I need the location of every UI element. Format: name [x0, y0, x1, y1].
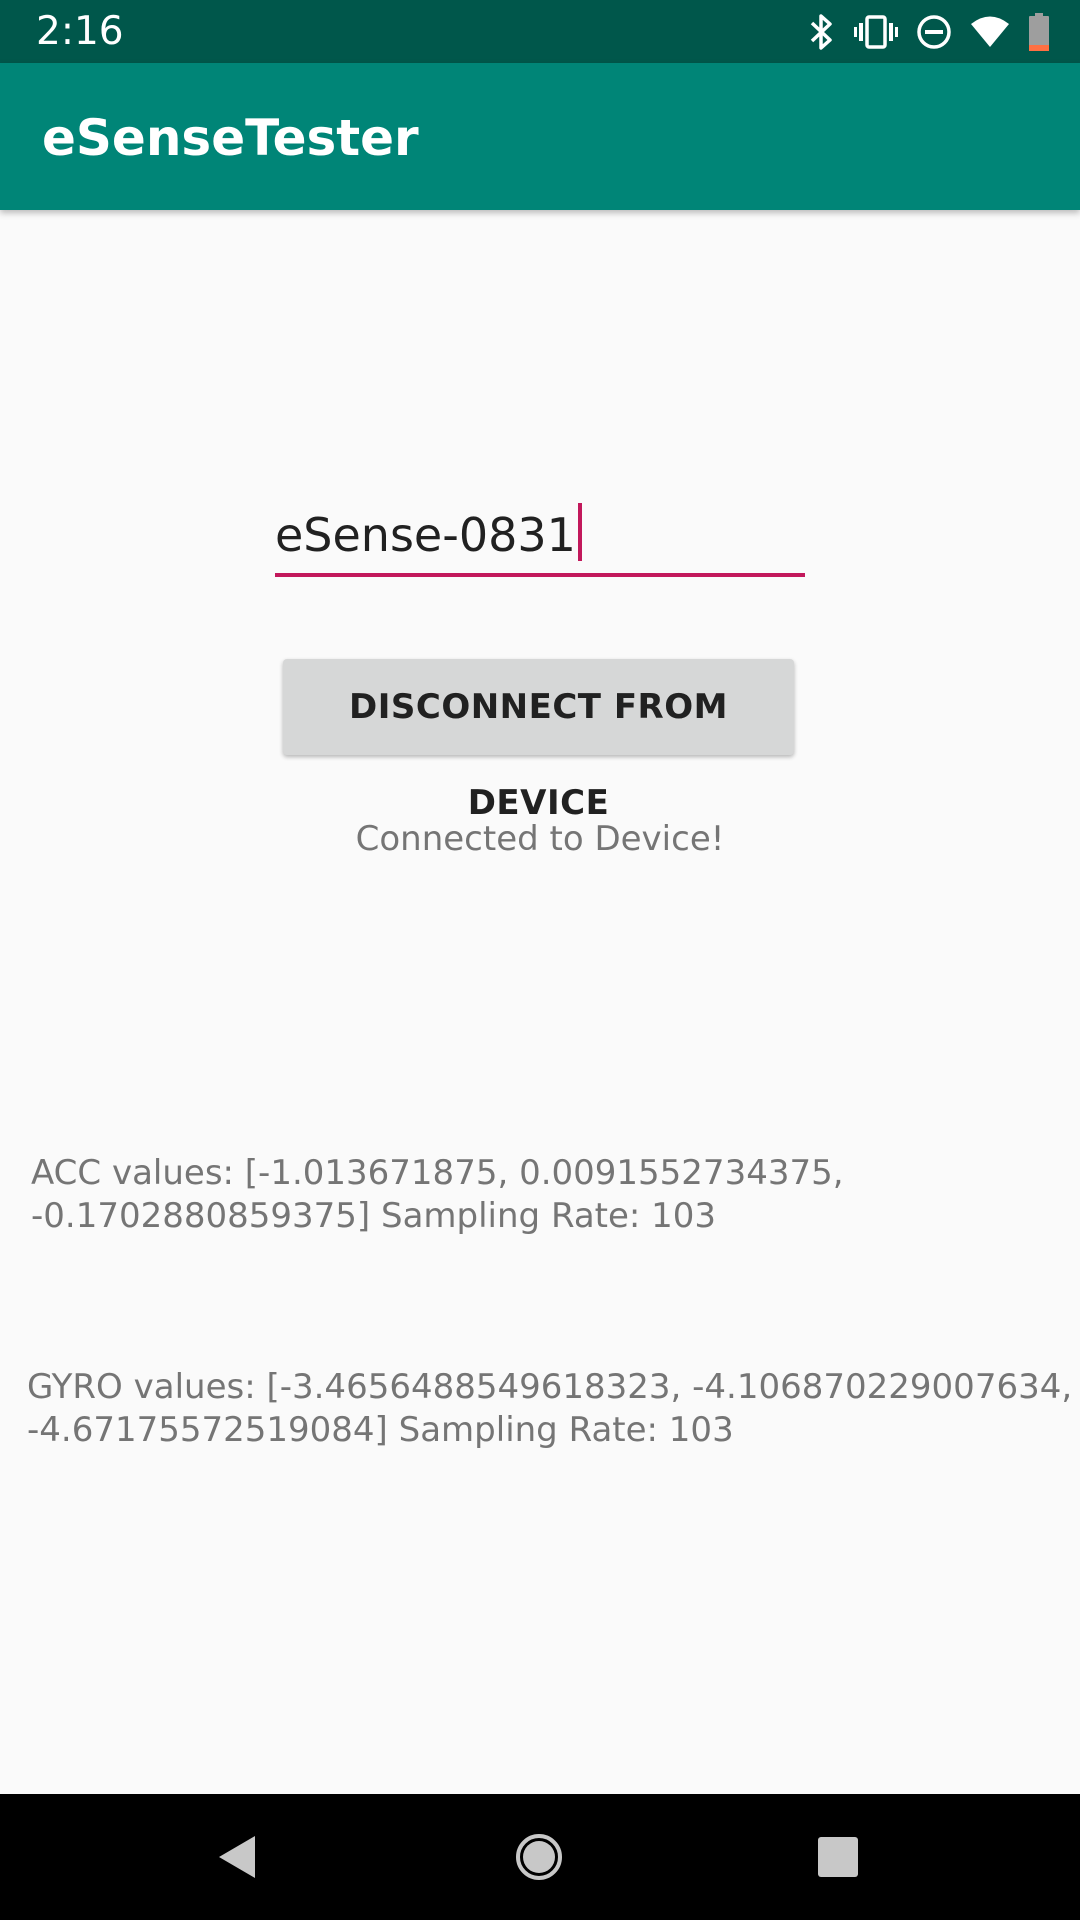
text-cursor	[577, 503, 582, 561]
gyro-values-line-1: GYRO values: [-3.4656488549618323, -4.10…	[27, 1367, 1073, 1407]
app-bar: eSenseTester	[0, 63, 1080, 210]
vibrate-icon	[854, 12, 898, 52]
wifi-icon	[970, 15, 1010, 49]
status-time: 2:16	[36, 9, 124, 54]
app-title: eSenseTester	[42, 109, 419, 167]
disconnect-button[interactable]: DISCONNECT FROM DEVICE	[283, 659, 794, 823]
home-button[interactable]	[506, 1824, 572, 1890]
acc-values-text: ACC values: [-1.013671875, 0.00915527343…	[31, 1152, 844, 1238]
home-icon	[516, 1834, 562, 1880]
recents-button[interactable]	[805, 1824, 871, 1890]
device-name-input[interactable]: eSense-0831	[275, 495, 805, 577]
connection-status: Connected to Device!	[355, 819, 725, 859]
acc-values-line-2: -0.1702880859375] Sampling Rate: 103	[31, 1196, 717, 1236]
acc-values-line-1: ACC values: [-1.013671875, 0.00915527343…	[31, 1153, 844, 1193]
screen: 2:16 eSenseTester eSense-0831 DISCONNECT…	[0, 0, 1080, 1920]
navigation-bar	[0, 1794, 1080, 1920]
back-icon	[219, 1836, 255, 1878]
status-icons	[806, 10, 1050, 54]
status-bar: 2:16	[0, 0, 1080, 63]
back-button[interactable]	[204, 1824, 270, 1890]
do-not-disturb-icon	[916, 14, 952, 50]
device-name-value: eSense-0831	[275, 503, 582, 563]
battery-icon	[1028, 13, 1050, 51]
bluetooth-icon	[806, 12, 836, 52]
recents-icon	[818, 1837, 858, 1877]
device-name-text: eSense-0831	[275, 508, 576, 562]
gyro-values-line-2: -4.67175572519084] Sampling Rate: 103	[27, 1410, 734, 1450]
gyro-values-text: GYRO values: [-3.4656488549618323, -4.10…	[27, 1366, 1072, 1452]
